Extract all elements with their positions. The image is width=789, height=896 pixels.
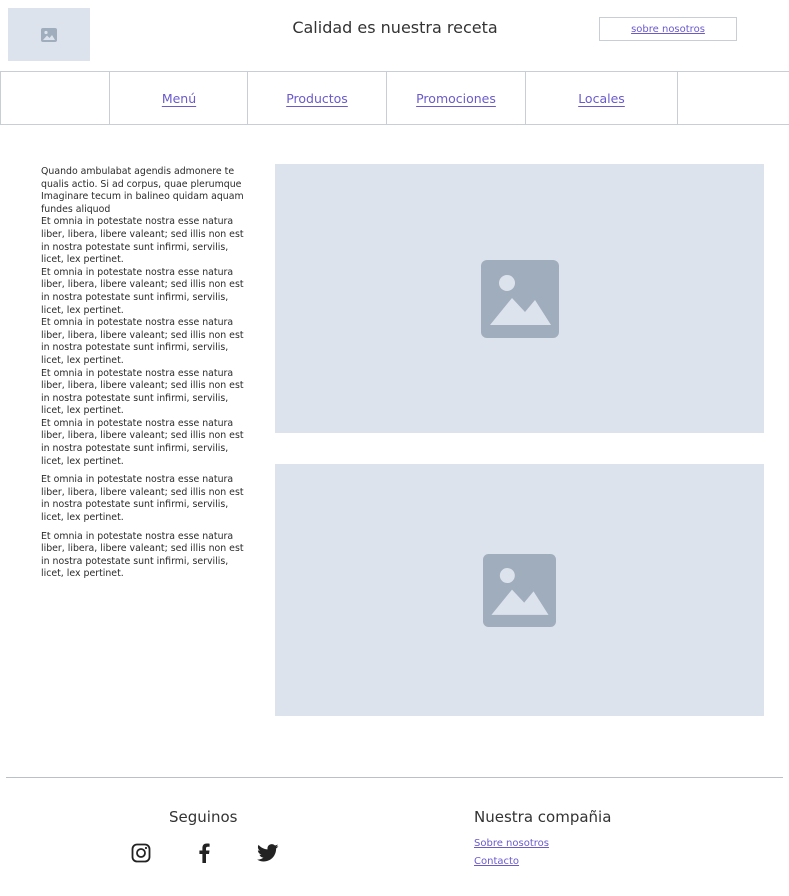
image-placeholder-icon: [480, 259, 559, 338]
body-text: Quando ambulabat agendis admonere te qua…: [41, 166, 246, 581]
text-paragraph: Et omnia in potestate nostra esse natura…: [41, 317, 244, 366]
nav-spacer-right: [677, 72, 789, 124]
about-button[interactable]: sobre nosotros: [599, 17, 737, 41]
nav-item-menu[interactable]: Menú: [109, 72, 248, 124]
nav-spacer-left: [0, 72, 110, 124]
nav-link-menu[interactable]: Menú: [162, 91, 196, 106]
nav-item-promociones[interactable]: Promociones: [386, 72, 525, 124]
text-paragraph: Et omnia in potestate nostra esse natura…: [41, 417, 244, 467]
logo[interactable]: [8, 8, 90, 61]
footer-divider: [6, 777, 783, 778]
nav-item-locales[interactable]: Locales: [525, 72, 677, 124]
nav-item-productos[interactable]: Productos: [247, 72, 386, 124]
facebook-icon[interactable]: [193, 842, 215, 864]
image-placeholder-top: [275, 164, 764, 433]
nav-link-locales[interactable]: Locales: [578, 91, 625, 106]
site-title: Calidad es nuestra receta: [292, 18, 498, 37]
footer-link-contact[interactable]: Contacto: [474, 856, 519, 867]
text-paragraph: Et omnia in potestate nostra esse natura…: [41, 367, 244, 417]
image-icon: [41, 27, 57, 42]
intro-paragraph: Quando ambulabat agendis admonere te qua…: [41, 166, 244, 215]
company-heading: Nuestra compañia: [474, 808, 612, 826]
text-paragraph: Et omnia in potestate nostra esse natura…: [41, 216, 244, 266]
twitter-icon[interactable]: [257, 842, 279, 864]
instagram-icon[interactable]: [130, 842, 152, 864]
nav-link-productos[interactable]: Productos: [286, 91, 348, 106]
follow-heading: Seguinos: [169, 808, 238, 826]
image-placeholder-icon: [483, 553, 556, 627]
text-paragraph: Et omnia in potestate nostra esse natura…: [41, 530, 244, 580]
nav-link-promociones[interactable]: Promociones: [416, 91, 496, 106]
nav-bar: Menú Productos Promociones Locales: [0, 71, 789, 125]
image-placeholder-bottom: [275, 464, 764, 716]
text-paragraph: Et omnia in potestate nostra esse natura…: [41, 266, 244, 316]
text-paragraph: Et omnia in potestate nostra esse natura…: [41, 474, 244, 524]
footer-link-about[interactable]: Sobre nosotros: [474, 838, 549, 849]
